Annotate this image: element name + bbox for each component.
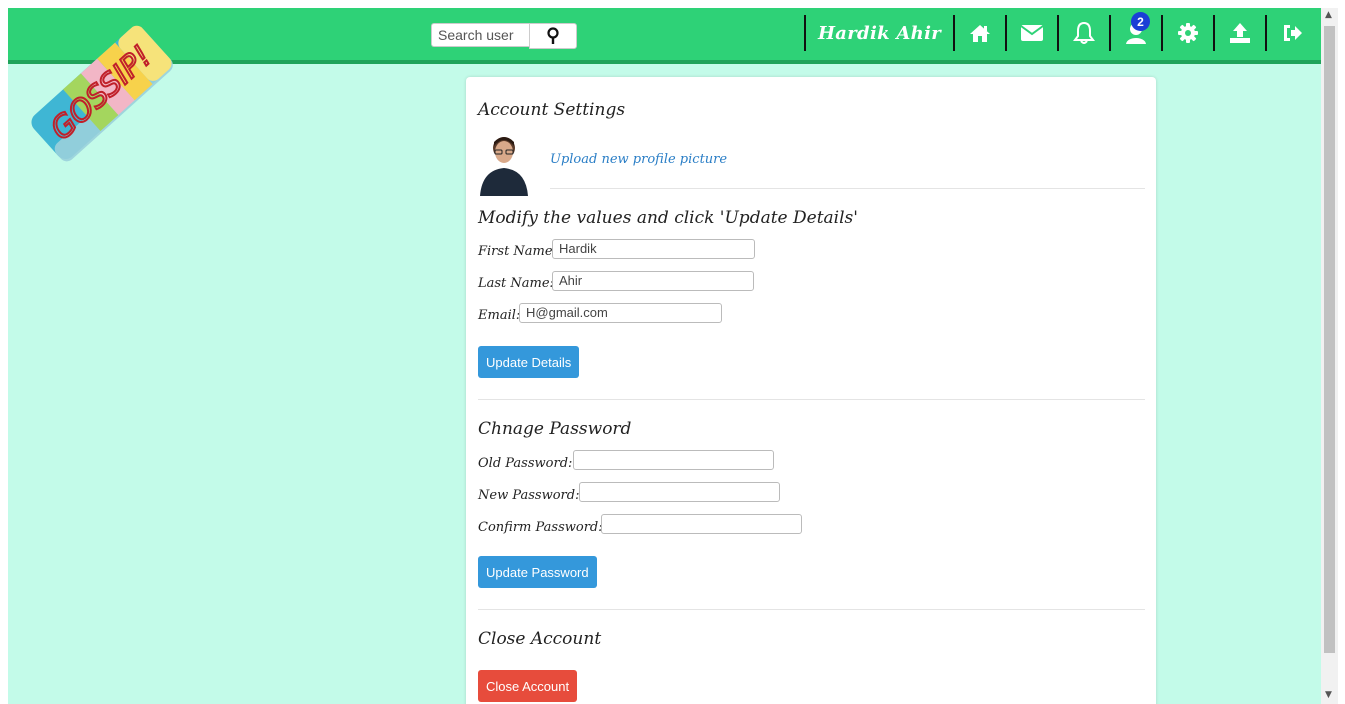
search-button[interactable] xyxy=(529,23,577,49)
divider xyxy=(478,399,1145,400)
nav-divider xyxy=(1109,15,1111,51)
nav-divider xyxy=(953,15,955,51)
page: Search user Hardik Ahir 2 GOSSIP! Accoun… xyxy=(8,8,1321,704)
gear-icon[interactable] xyxy=(1171,15,1205,51)
search-placeholder: Search user xyxy=(438,27,514,43)
nav-divider xyxy=(1213,15,1215,51)
account-settings-title: Account Settings xyxy=(478,100,626,120)
nav-menu: Hardik Ahir 2 xyxy=(804,12,1317,51)
change-password-heading: Chnage Password xyxy=(478,419,632,439)
email-value: H@gmail.com xyxy=(526,305,608,320)
friend-requests-icon[interactable]: 2 xyxy=(1119,12,1153,51)
last-name-field[interactable]: Ahir xyxy=(552,271,754,291)
scrollbar-thumb[interactable] xyxy=(1324,26,1335,653)
nav-divider xyxy=(1005,15,1007,51)
old-password-label: Old Password: xyxy=(478,456,573,471)
upload-profile-picture-link[interactable]: Upload new profile picture xyxy=(550,152,727,167)
divider xyxy=(478,609,1145,610)
close-account-heading: Close Account xyxy=(478,629,602,649)
last-name-label: Last Name: xyxy=(478,276,554,291)
first-name-field[interactable]: Hardik xyxy=(552,239,755,259)
new-password-label: New Password: xyxy=(478,488,580,503)
update-details-button[interactable]: Update Details xyxy=(478,346,580,378)
friend-requests-badge: 2 xyxy=(1131,12,1150,31)
account-settings-card: Account Settings Upload new profile pict… xyxy=(466,77,1156,704)
email-field[interactable]: H@gmail.com xyxy=(519,303,722,323)
mail-icon[interactable] xyxy=(1015,15,1049,51)
new-password-field[interactable] xyxy=(579,482,780,502)
gossip-logo-image: GOSSIP! xyxy=(31,25,173,162)
gossip-logo[interactable]: GOSSIP! xyxy=(14,8,184,182)
profile-avatar xyxy=(480,137,528,196)
confirm-password-label: Confirm Password: xyxy=(478,520,603,535)
vertical-scrollbar[interactable]: ▲ ▼ xyxy=(1321,8,1338,704)
logout-icon[interactable] xyxy=(1275,15,1309,51)
scroll-down-arrow-icon[interactable]: ▼ xyxy=(1325,690,1332,700)
update-details-heading: Modify the values and click 'Update Deta… xyxy=(478,208,858,228)
confirm-password-field[interactable] xyxy=(601,514,802,534)
scroll-up-arrow-icon[interactable]: ▲ xyxy=(1325,10,1332,20)
last-name-value: Ahir xyxy=(559,273,583,288)
nav-divider xyxy=(1265,15,1267,51)
search-input[interactable]: Search user xyxy=(431,23,529,47)
nav-divider xyxy=(1057,15,1059,51)
old-password-field[interactable] xyxy=(573,450,774,470)
home-icon[interactable] xyxy=(963,15,997,51)
upload-icon[interactable] xyxy=(1223,15,1257,51)
first-name-value: Hardik xyxy=(559,241,597,256)
search-icon xyxy=(547,27,559,44)
close-account-button[interactable]: Close Account xyxy=(478,670,578,702)
nav-divider xyxy=(1161,15,1163,51)
bell-icon[interactable] xyxy=(1067,15,1101,51)
search-form: Search user xyxy=(431,23,577,49)
username-link[interactable]: Hardik Ahir xyxy=(806,23,953,44)
top-navbar: Search user Hardik Ahir 2 xyxy=(8,8,1321,64)
email-label: Email: xyxy=(478,308,521,323)
first-name-label: First Name: xyxy=(478,244,557,259)
divider xyxy=(550,188,1145,189)
update-password-button[interactable]: Update Password xyxy=(478,556,597,588)
